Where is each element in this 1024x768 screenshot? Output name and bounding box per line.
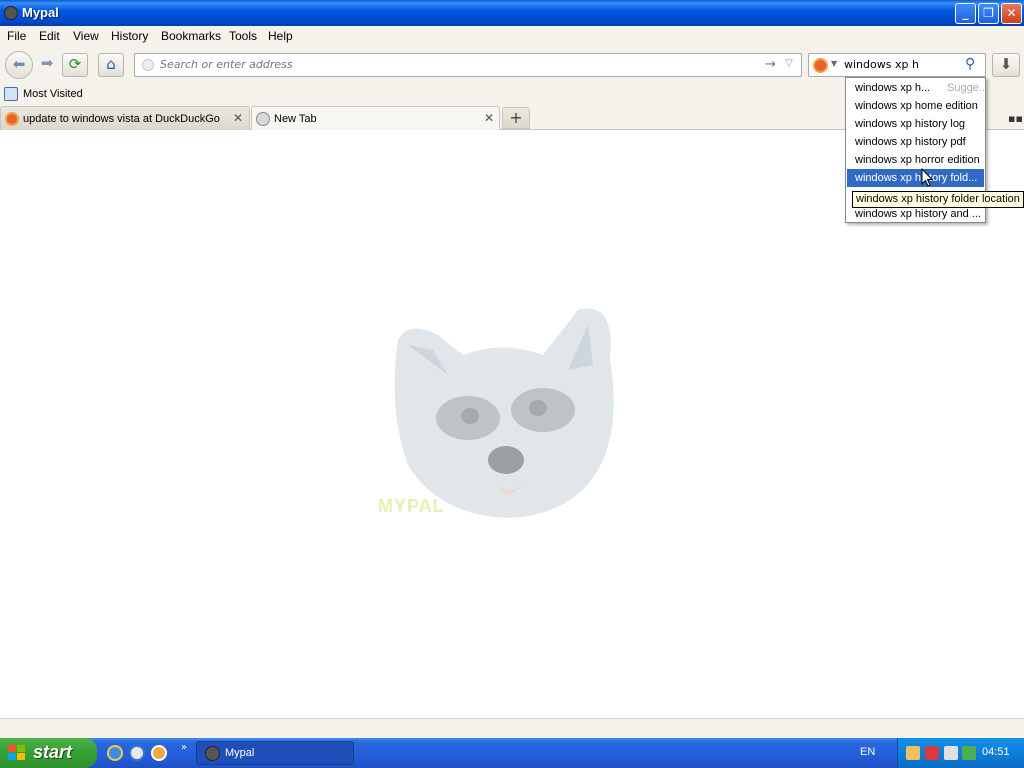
tab-label: New Tab xyxy=(274,113,317,125)
menu-tools[interactable]: Tools xyxy=(229,29,257,43)
duckduckgo-engine-icon[interactable] xyxy=(813,58,828,73)
menu-bar: File Edit View History Bookmarks Tools H… xyxy=(0,26,1024,46)
tray-connection-icon[interactable] xyxy=(944,746,958,760)
back-button[interactable]: ⬅ xyxy=(5,51,33,79)
search-icon[interactable]: ⚲ xyxy=(965,56,975,72)
taskbar-item-mypal[interactable]: Mypal xyxy=(196,741,354,765)
suggestion-item[interactable]: windows xp h... Sugge... xyxy=(847,79,984,97)
tray-update-icon[interactable] xyxy=(962,746,976,760)
forward-button[interactable]: ➡ xyxy=(34,53,60,77)
taskbar: start » Mypal EN 04:51 xyxy=(0,738,1024,768)
tray-network-icon[interactable] xyxy=(906,746,920,760)
downloads-button[interactable]: ⬇ xyxy=(992,53,1020,77)
most-visited-label[interactable]: Most Visited xyxy=(23,88,83,100)
tab-groups-icon[interactable]: ▪▪ xyxy=(1008,112,1023,125)
plus-icon: + xyxy=(509,108,523,127)
close-tab-icon[interactable]: ✕ xyxy=(233,111,243,125)
quicklaunch-more-icon[interactable]: » xyxy=(181,742,187,753)
title-bar[interactable]: Mypal _ ❐ ✕ xyxy=(0,0,1024,26)
mypal-logo-text: MYPAL xyxy=(378,496,445,516)
globe-favicon-icon xyxy=(256,112,270,126)
status-bar xyxy=(0,718,1024,738)
search-input[interactable] xyxy=(844,58,959,71)
engine-dropdown-icon[interactable]: ▼ xyxy=(831,59,837,68)
internet-explorer-icon[interactable] xyxy=(107,745,123,761)
media-player-icon[interactable] xyxy=(151,745,167,761)
menu-file[interactable]: File xyxy=(7,29,26,43)
menu-help[interactable]: Help xyxy=(268,29,293,43)
clock[interactable]: 04:51 xyxy=(982,746,1010,758)
history-dropdown-icon[interactable]: ▽ xyxy=(785,58,793,69)
tray-security-icon[interactable] xyxy=(925,746,939,760)
go-arrow-icon[interactable]: → xyxy=(765,57,776,72)
tab-label: update to windows vista at DuckDuckGo xyxy=(23,113,220,125)
suggestion-item-selected[interactable]: windows xp history fold... xyxy=(847,169,984,187)
download-arrow-icon: ⬇ xyxy=(999,55,1013,73)
mypal-app-icon xyxy=(205,746,220,761)
tab-new-tab[interactable]: New Tab ✕ xyxy=(251,106,500,131)
reload-button[interactable]: ⟳ xyxy=(62,53,88,77)
back-arrow-icon: ⬅ xyxy=(12,55,26,73)
suggestions-hint: Sugge... xyxy=(947,82,984,94)
suggestion-item[interactable]: windows xp history pdf xyxy=(847,133,984,151)
close-button[interactable]: ✕ xyxy=(1001,3,1022,24)
mouse-cursor-icon xyxy=(921,168,933,187)
globe-icon xyxy=(142,59,154,71)
suggestion-tooltip: windows xp history folder location xyxy=(852,191,1024,208)
window-title: Mypal xyxy=(22,5,59,20)
suggestion-item[interactable]: windows xp history log xyxy=(847,115,984,133)
suggestion-item[interactable]: windows xp horror edition xyxy=(847,151,984,169)
language-indicator[interactable]: EN xyxy=(860,746,875,758)
mypal-app-icon xyxy=(4,6,18,20)
url-input[interactable] xyxy=(160,58,760,71)
duckduckgo-favicon-icon xyxy=(5,112,19,126)
menu-edit[interactable]: Edit xyxy=(39,29,60,43)
search-bar[interactable]: ▼ ⚲ xyxy=(808,53,986,77)
home-button[interactable]: ⌂ xyxy=(98,53,124,77)
system-tray: 04:51 xyxy=(897,738,1024,768)
menu-view[interactable]: View xyxy=(73,29,99,43)
menu-history[interactable]: History xyxy=(111,29,148,43)
forward-arrow-icon: ➡ xyxy=(40,54,54,72)
tab-duckduckgo[interactable]: update to windows vista at DuckDuckGo ✕ xyxy=(0,106,250,130)
reload-icon: ⟳ xyxy=(68,55,82,73)
windows-logo-icon xyxy=(8,745,25,760)
suggestion-item[interactable]: windows xp home edition xyxy=(847,97,984,115)
taskbar-item-label: Mypal xyxy=(225,747,255,759)
start-button[interactable]: start xyxy=(0,738,97,768)
new-tab-button[interactable]: + xyxy=(502,107,530,129)
raccoon-logo-icon xyxy=(394,308,614,518)
menu-bookmarks[interactable]: Bookmarks xyxy=(161,29,221,43)
start-label: start xyxy=(33,742,73,762)
minimize-button[interactable]: _ xyxy=(955,3,976,24)
home-icon: ⌂ xyxy=(106,55,116,73)
close-tab-icon[interactable]: ✕ xyxy=(484,111,494,125)
url-bar[interactable]: → ▽ xyxy=(134,53,802,77)
most-visited-icon[interactable] xyxy=(4,87,18,101)
restore-button[interactable]: ❐ xyxy=(978,3,999,24)
browser-quicklaunch-icon[interactable] xyxy=(129,745,145,761)
